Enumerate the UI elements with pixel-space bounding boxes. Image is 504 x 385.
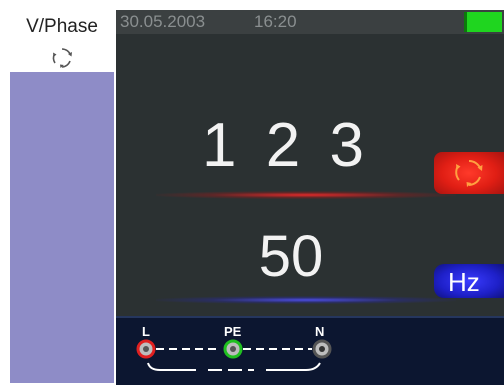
terminal-l-icon [136, 339, 156, 359]
terminal-n-icon [312, 339, 332, 359]
connection-wiring [136, 339, 332, 371]
date-display: 30.05.2003 [120, 12, 206, 31]
battery-icon [464, 12, 502, 32]
frequency-reading: 50 [258, 224, 324, 289]
unit-badge[interactable]: Hz [434, 264, 504, 298]
phase-rotation-badge[interactable] [434, 152, 504, 194]
phase-sequence-reading: 1 2 3 [202, 111, 370, 180]
status-bar: 30.05.2003 16:20 [116, 10, 504, 34]
instrument-display: V/Phase 30.05.2003 16:20 1 2 3 50 Hz L P… [0, 0, 504, 385]
sidebar: V/Phase [10, 10, 114, 383]
main-screen: 30.05.2003 16:20 1 2 3 50 Hz L PE N [116, 10, 504, 385]
time-display: 16:20 [254, 12, 297, 31]
mode-label: V/Phase [26, 16, 98, 37]
blue-indicator-line [156, 296, 456, 304]
connection-diagram: L PE N [116, 316, 504, 385]
phase-rotation-icon [50, 46, 74, 70]
unit-label: Hz [448, 267, 480, 297]
red-indicator-line [156, 191, 456, 199]
terminal-pe-icon [223, 339, 243, 359]
mode-tab-v-phase[interactable]: V/Phase [10, 10, 114, 72]
